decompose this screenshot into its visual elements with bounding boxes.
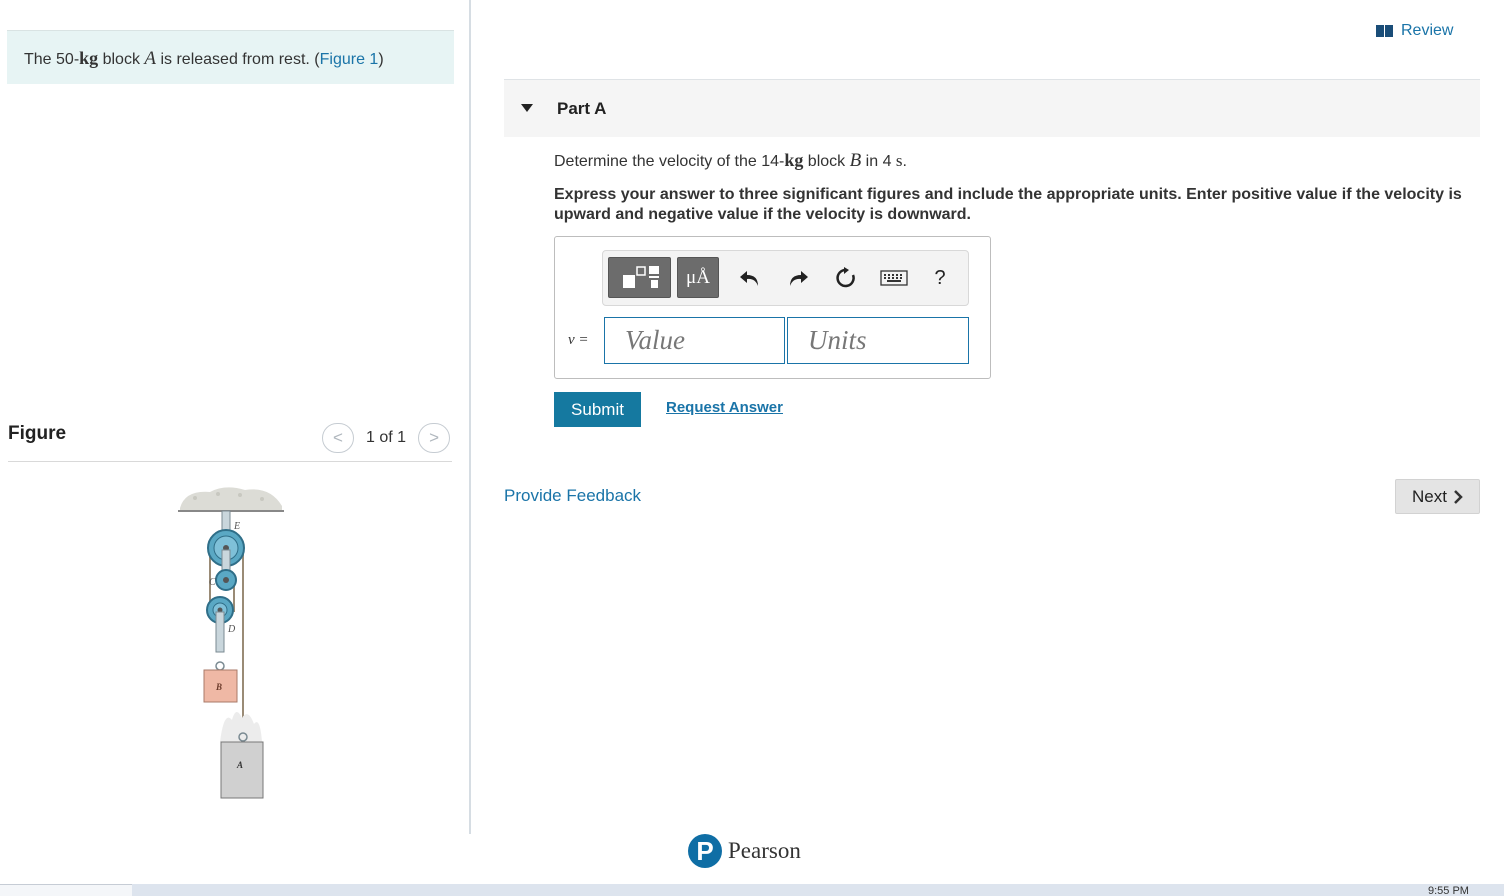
answer-instructions: Express your answer to three significant…	[554, 186, 1462, 223]
problem-text-mid: block	[98, 51, 145, 68]
pane-divider[interactable]	[469, 0, 471, 834]
chevron-left-icon: <	[333, 428, 343, 447]
help-icon: ?	[934, 266, 946, 289]
figure-link[interactable]: Figure 1	[320, 51, 379, 68]
value-input[interactable]	[604, 317, 785, 364]
pearson-brand: Pearson	[728, 838, 801, 863]
part-title: Part A	[557, 99, 607, 118]
taskbar	[0, 884, 1504, 896]
ceiling-support	[178, 487, 284, 512]
hanger-b	[215, 611, 225, 653]
pearson-footer: P Pearson	[688, 834, 801, 868]
units-input[interactable]	[787, 317, 969, 364]
figure-heading: Figure	[8, 423, 67, 444]
question-variable-b: B	[849, 150, 862, 171]
chevron-right-icon	[1454, 489, 1463, 504]
figure-pagination: < 1 of 1 >	[322, 423, 451, 453]
problem-variable-a: A	[144, 48, 157, 69]
figure-count: 1 of 1	[366, 429, 407, 446]
taskbar-start-area[interactable]	[0, 884, 132, 896]
pearson-logo: P	[688, 834, 722, 868]
keyboard-icon	[880, 270, 908, 286]
reset-icon	[836, 267, 855, 288]
chevron-right-icon: >	[429, 428, 439, 447]
problem-text-before: The 50-	[24, 51, 80, 68]
units-button[interactable]: μÅ	[677, 257, 719, 298]
figure-prev-button[interactable]: <	[322, 423, 354, 453]
next-label: Next	[1412, 486, 1447, 506]
keyboard-button[interactable]	[878, 262, 910, 294]
review-label: Review	[1401, 22, 1454, 39]
request-answer-link[interactable]: Request Answer	[666, 399, 783, 416]
question-end: .	[902, 153, 907, 170]
submit-button[interactable]: Submit	[554, 392, 641, 427]
label-e: E	[233, 521, 240, 532]
question-mid: block	[803, 153, 850, 170]
redo-button[interactable]	[783, 262, 813, 294]
part-a-header[interactable]	[504, 80, 1480, 137]
help-button[interactable]: ?	[928, 262, 952, 294]
question-in: in 4	[861, 153, 896, 170]
reset-button[interactable]	[830, 262, 862, 294]
redo-icon	[790, 271, 808, 286]
next-button[interactable]: Next	[1395, 479, 1480, 514]
problem-close-paren: )	[378, 51, 384, 68]
label-a: A	[236, 760, 243, 770]
undo-icon	[740, 271, 758, 286]
figure-next-button[interactable]: >	[418, 423, 451, 453]
problem-statement: The 50-kg block A is released from rest.…	[7, 30, 454, 84]
problem-unit-kg: kg	[79, 48, 99, 68]
figure-divider	[8, 461, 452, 462]
units-icon: μÅ	[686, 266, 710, 288]
review-link[interactable]: Review	[1376, 22, 1453, 40]
taskbar-clock: 9:55 PM	[1428, 886, 1469, 896]
question-before: Determine the velocity of the 14-	[554, 153, 785, 170]
label-d: D	[227, 624, 236, 635]
block-a	[220, 741, 264, 799]
problem-text-after: is released from rest. (	[156, 51, 320, 68]
pulley-system-figure: E C D B A	[178, 487, 284, 799]
label-c: C	[209, 577, 216, 588]
question-unit-kg: kg	[784, 150, 804, 170]
pulley-c	[215, 569, 237, 591]
templates-button[interactable]	[608, 257, 671, 298]
collapse-caret-icon[interactable]	[521, 104, 533, 112]
templates-icon	[622, 265, 659, 288]
undo-button[interactable]	[735, 262, 765, 294]
motion-blur	[220, 711, 262, 742]
book-icon	[1376, 25, 1393, 37]
answer-variable-label: v =	[568, 332, 589, 348]
question-unit-s: s	[895, 151, 903, 170]
provide-feedback-link[interactable]: Provide Feedback	[504, 486, 641, 506]
label-b: B	[215, 682, 222, 692]
question-text: Determine the velocity of the 14-kg bloc…	[554, 150, 907, 172]
